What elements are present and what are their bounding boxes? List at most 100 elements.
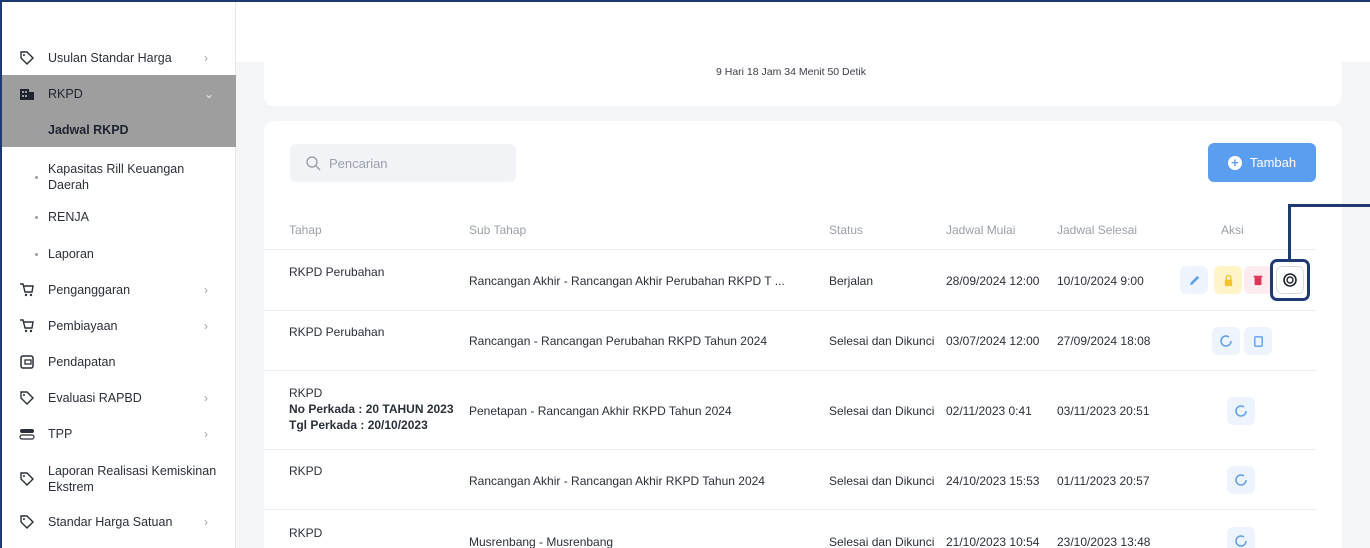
- sidebar: Usulan Standar Harga › RKPD ⌄ Jadwal RKP…: [2, 2, 236, 548]
- column-header-jadwal-selesai: Jadwal Selesai: [1057, 223, 1138, 237]
- chevron-right-icon: ›: [204, 391, 208, 405]
- chevron-right-icon: ›: [204, 51, 208, 65]
- cell-tahap: RKPD Perubahan: [289, 265, 385, 279]
- column-header-sub-tahap: Sub Tahap: [469, 223, 527, 237]
- cell-jadwal-selesai: 10/10/2024 9:00: [1057, 274, 1144, 288]
- cell-jadwal-selesai: 27/09/2024 18:08: [1057, 334, 1151, 348]
- cell-tahap: RKPD Perubahan: [289, 325, 385, 339]
- sidebar-item-label: Laporan Realisasi Kemiskinan Ekstrem: [48, 463, 216, 495]
- cell-sub-tahap: Penetapan - Rancangan Akhir RKPD Tahun 2…: [469, 404, 732, 418]
- cell-status: Selesai dan Dikunci: [829, 535, 935, 548]
- perkada-date: Tgl Perkada : 20/10/2023: [289, 418, 428, 432]
- cell-jadwal-mulai: 21/10/2023 10:54: [946, 535, 1040, 548]
- copy-icon: [1253, 335, 1263, 347]
- cell-jadwal-mulai: 02/11/2023 0:41: [946, 404, 1032, 418]
- bullet-icon: [35, 215, 38, 219]
- row-divider: [264, 509, 1316, 510]
- bullet-icon: [35, 175, 38, 179]
- label-line-2: Daerah: [48, 178, 89, 192]
- cell-jadwal-selesai: 03/11/2023 20:51: [1057, 404, 1150, 418]
- chevron-right-icon: ›: [204, 515, 208, 529]
- plus-icon: +: [1227, 155, 1242, 170]
- sidebar-item-pembiayaan[interactable]: Pembiayaan ›: [2, 316, 236, 336]
- row-divider: [264, 449, 1316, 450]
- row-divider: [264, 370, 1316, 371]
- cell-tahap: RKPD No Perkada : 20 TAHUN 2023 Tgl Perk…: [289, 385, 454, 433]
- sidebar-item-label: Penganggaran: [48, 283, 131, 297]
- highlight-box: [1270, 259, 1310, 301]
- callout-line: [1288, 204, 1291, 259]
- label-line-2: Ekstrem: [48, 480, 94, 494]
- cell-jadwal-mulai: 03/07/2024 12:00: [946, 334, 1040, 348]
- sidebar-item-standar-harga-satuan[interactable]: Standar Harga Satuan ›: [2, 512, 236, 532]
- chevron-right-icon: ›: [204, 319, 208, 333]
- cell-sub-tahap: Rancangan Akhir - Rancangan Akhir Peruba…: [469, 274, 785, 288]
- cell-jadwal-mulai: 24/10/2023 15:53: [946, 474, 1040, 488]
- sidebar-item-label: Evaluasi RAPBD: [48, 391, 142, 405]
- cell-sub-tahap: Rancangan - Rancangan Perubahan RKPD Tah…: [469, 334, 767, 348]
- sidebar-item-tpp[interactable]: TPP ›: [2, 424, 236, 444]
- chevron-down-icon: ⌄: [204, 87, 215, 101]
- cart-icon: [18, 317, 36, 335]
- reopen-button[interactable]: [1227, 397, 1255, 425]
- sidebar-item-label: TPP: [48, 427, 73, 441]
- cell-status: Berjalan: [829, 274, 874, 288]
- sidebar-item-label: Pembiayaan: [48, 319, 118, 333]
- cell-status: Selesai dan Dikunci: [829, 404, 935, 418]
- sidebar-item-label: RKPD: [48, 87, 83, 101]
- edit-button[interactable]: [1180, 266, 1208, 294]
- sidebar-item-label: RENJA: [48, 210, 89, 224]
- label-line-1: Kapasitas Rill Keuangan: [48, 162, 185, 176]
- column-header-aksi: Aksi: [1221, 223, 1244, 237]
- refresh-icon: [1220, 335, 1232, 347]
- label-line-1: Laporan Realisasi Kemiskinan: [48, 464, 217, 478]
- toggle-icon: [18, 425, 36, 443]
- lock-button[interactable]: [1214, 266, 1242, 294]
- sidebar-item-penganggaran[interactable]: Penganggaran ›: [2, 280, 236, 300]
- delete-button[interactable]: [1244, 266, 1272, 294]
- column-header-jadwal-mulai: Jadwal Mulai: [946, 223, 1016, 237]
- reopen-button[interactable]: [1227, 527, 1255, 548]
- sidebar-item-label: Standar Harga Satuan: [48, 515, 173, 529]
- sidebar-item-evaluasi-rapbd[interactable]: Evaluasi RAPBD ›: [2, 388, 236, 408]
- sidebar-item-label: Pendapatan: [48, 355, 116, 369]
- sidebar-item-kapasitas-rill[interactable]: Kapasitas Rill Keuangan Daerah: [2, 160, 236, 194]
- search-icon: [306, 156, 321, 171]
- tag-icon: [18, 389, 36, 407]
- sidebar-item-label: Usulan Standar Harga: [48, 51, 172, 65]
- copy-button[interactable]: [1244, 327, 1272, 355]
- add-button[interactable]: + Tambah: [1208, 143, 1316, 182]
- tag-icon: [18, 49, 36, 67]
- search-input[interactable]: [329, 155, 499, 171]
- building-icon: [18, 85, 36, 103]
- pencil-icon: [1189, 275, 1199, 285]
- row-divider: [264, 249, 1316, 250]
- row-divider: [264, 310, 1316, 311]
- lock-icon: [1224, 274, 1232, 286]
- sidebar-item-jadwal-rkpd[interactable]: Jadwal RKPD: [2, 113, 236, 147]
- sidebar-item-laporan-realisasi[interactable]: Laporan Realisasi Kemiskinan Ekstrem: [2, 462, 236, 496]
- cell-status: Selesai dan Dikunci: [829, 474, 935, 488]
- refresh-icon: [1235, 474, 1247, 486]
- sidebar-item-rkpd[interactable]: RKPD ⌄: [2, 75, 236, 113]
- countdown-card: 9 Hari 18 Jam 34 Menit 50 Detik: [264, 62, 1342, 106]
- sidebar-item-label: Jadwal RKPD: [48, 123, 129, 137]
- cell-status: Selesai dan Dikunci: [829, 334, 935, 348]
- cell-sub-tahap: Rancangan Akhir - Rancangan Akhir RKPD T…: [469, 474, 765, 488]
- sidebar-item-label: Laporan: [48, 247, 94, 261]
- sidebar-item-usulan-standar-harga[interactable]: Usulan Standar Harga ›: [2, 48, 236, 68]
- bullet-icon: [35, 252, 38, 256]
- tag-icon: [18, 513, 36, 531]
- reopen-button[interactable]: [1212, 327, 1240, 355]
- cell-sub-tahap: Musrenbang - Musrenbang: [469, 535, 614, 548]
- sidebar-item-pendapatan[interactable]: Pendapatan: [2, 352, 236, 372]
- perkada-number: No Perkada : 20 TAHUN 2023: [289, 402, 454, 416]
- sidebar-item-renja[interactable]: RENJA: [2, 207, 236, 227]
- cell-jadwal-selesai: 01/11/2023 20:57: [1057, 474, 1150, 488]
- column-header-tahap: Tahap: [289, 223, 322, 237]
- chevron-right-icon: ›: [204, 283, 208, 297]
- reopen-button[interactable]: [1227, 466, 1255, 494]
- sidebar-item-laporan[interactable]: Laporan: [2, 244, 236, 264]
- search-box[interactable]: [290, 144, 516, 182]
- cell-tahap: RKPD: [289, 464, 323, 478]
